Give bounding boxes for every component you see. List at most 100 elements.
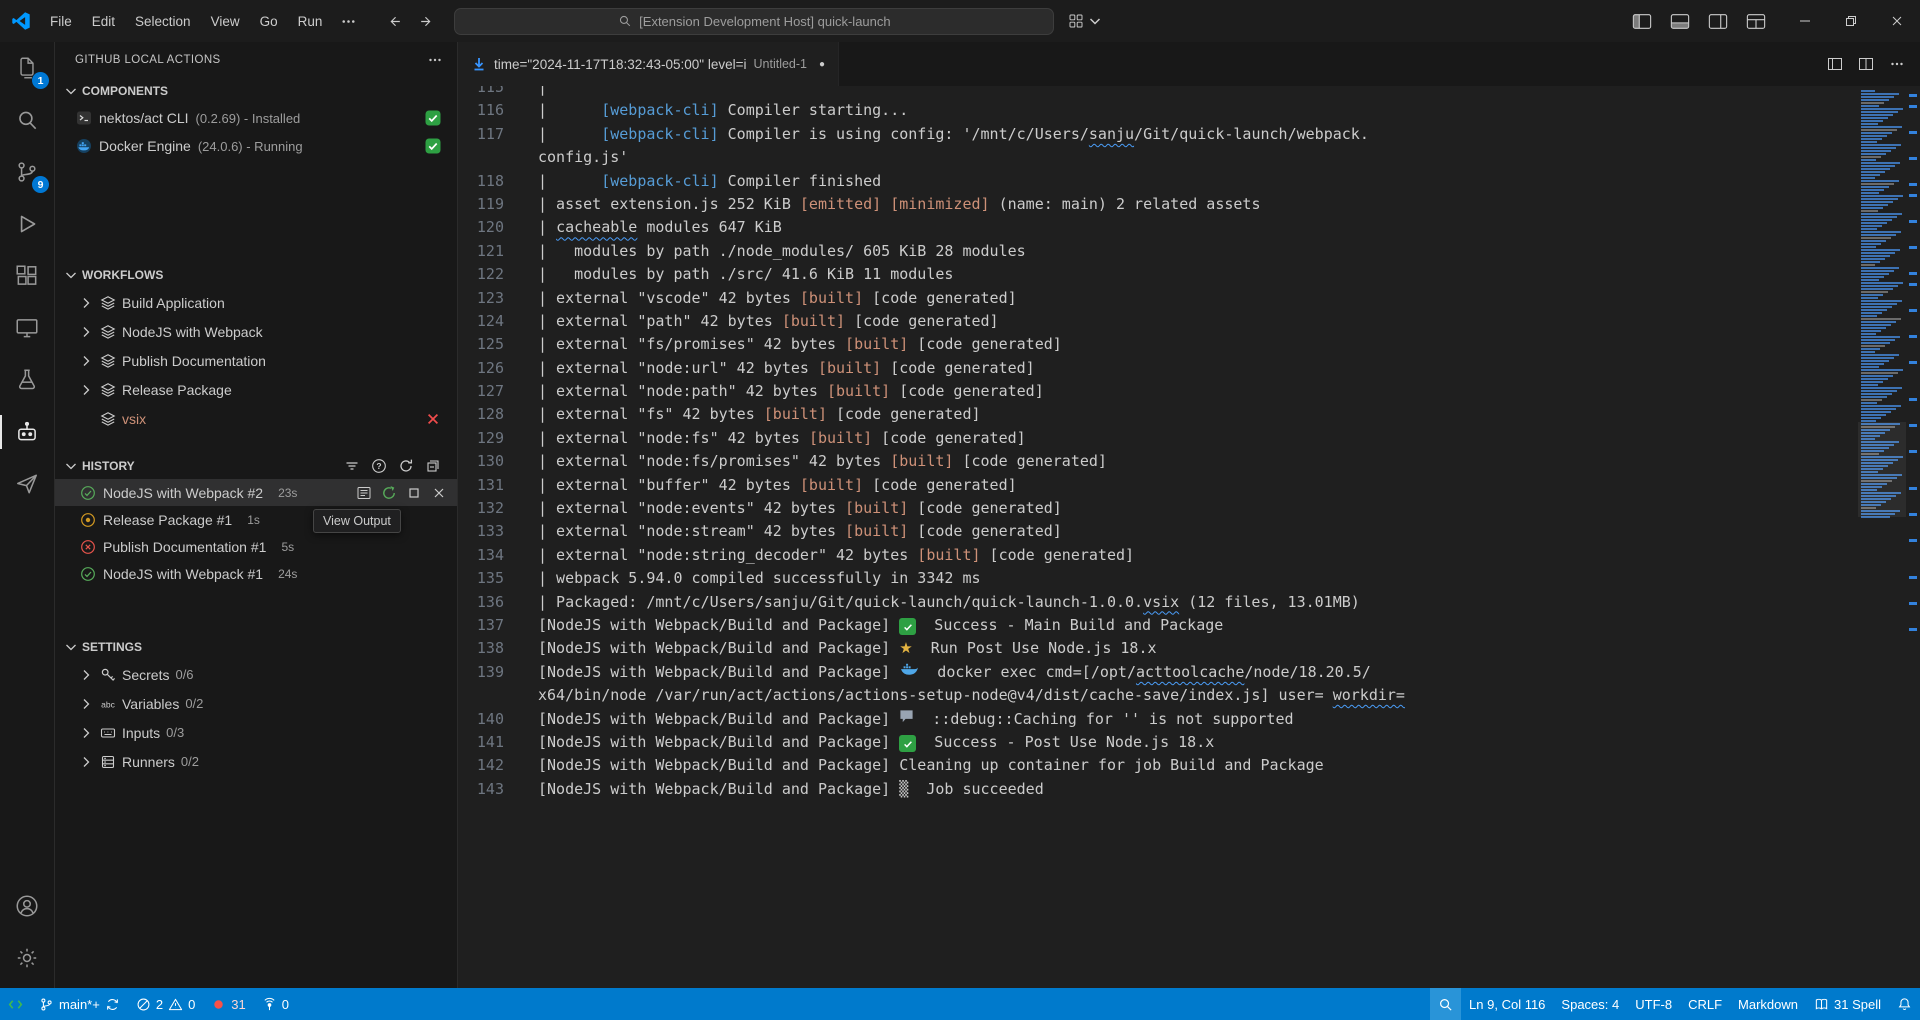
history-item[interactable]: NodeJS with Webpack #1 24s	[55, 560, 457, 587]
editor-layout-button[interactable]	[1827, 56, 1843, 72]
activity-github-actions[interactable]	[0, 458, 54, 510]
workflow-item[interactable]: Publish Documentation	[55, 346, 457, 375]
history-filter-button[interactable]	[344, 458, 360, 474]
minimize-button[interactable]	[1782, 0, 1828, 42]
activity-source-control[interactable]: 9	[0, 146, 54, 198]
menu-more-button[interactable]	[332, 7, 364, 35]
code-line[interactable]: config.js'	[458, 146, 1920, 169]
code-line[interactable]: 117| [webpack-cli] Compiler is using con…	[458, 123, 1920, 146]
section-header-settings[interactable]: SETTINGS	[55, 634, 457, 660]
code-line[interactable]: 120| cacheable modules 647 KiB	[458, 216, 1920, 239]
eol-item[interactable]: CRLF	[1680, 988, 1730, 1020]
code-line[interactable]: 116| [webpack-cli] Compiler starting...	[458, 99, 1920, 122]
code-line[interactable]: x64/bin/node /var/run/act/actions/action…	[458, 684, 1920, 707]
panel-grid-button[interactable]	[1068, 13, 1103, 29]
back-button[interactable]	[378, 7, 410, 35]
code-line[interactable]: 139[NodeJS with Webpack/Build and Packag…	[458, 661, 1920, 684]
indentation-item[interactable]: Spaces: 4	[1553, 988, 1627, 1020]
component-item[interactable]: Docker Engine (24.0.6) - Running	[55, 132, 457, 160]
encoding-item[interactable]: UTF-8	[1627, 988, 1680, 1020]
history-item[interactable]: Publish Documentation #1 5s	[55, 533, 457, 560]
code-line[interactable]: 127| external "node:path" 42 bytes [buil…	[458, 380, 1920, 403]
forward-button[interactable]	[410, 7, 442, 35]
tab-untitled-1[interactable]: time="2024-11-17T18:32:43-05:00" level=i…	[458, 42, 839, 86]
code-line[interactable]: 131| external "buffer" 42 bytes [built] …	[458, 474, 1920, 497]
sidebar-more-button[interactable]	[427, 52, 443, 68]
code-line[interactable]: 137[NodeJS with Webpack/Build and Packag…	[458, 614, 1920, 637]
section-header-workflows[interactable]: WORKFLOWS	[55, 262, 457, 288]
code-line[interactable]: 121| modules by path ./node_modules/ 605…	[458, 240, 1920, 263]
activity-run-debug[interactable]	[0, 198, 54, 250]
minimap[interactable]	[1858, 86, 1906, 988]
activity-testing[interactable]	[0, 354, 54, 406]
component-check-icon[interactable]	[425, 138, 441, 154]
code-line[interactable]: 125| external "fs/promises" 42 bytes [bu…	[458, 333, 1920, 356]
setting-item[interactable]: Secrets 0/6	[55, 660, 457, 689]
cursor-position-item[interactable]: Ln 9, Col 116	[1461, 988, 1553, 1020]
tab-dirty-indicator[interactable]: ●	[819, 59, 825, 70]
code-line[interactable]: 126| external "node:url" 42 bytes [built…	[458, 357, 1920, 380]
menu-go[interactable]: Go	[250, 10, 288, 33]
rerun-button[interactable]	[381, 485, 397, 501]
activity-accounts[interactable]	[0, 880, 54, 932]
code-line[interactable]: 123| external "vscode" 42 bytes [built] …	[458, 287, 1920, 310]
code-line[interactable]: 130| external "node:fs/promises" 42 byte…	[458, 450, 1920, 473]
menu-view[interactable]: View	[201, 10, 250, 33]
activity-github-local-actions[interactable]	[0, 406, 54, 458]
workflow-error-icon[interactable]	[425, 411, 441, 427]
code-line[interactable]: 133| external "node:stream" 42 bytes [bu…	[458, 520, 1920, 543]
code-line[interactable]: 124| external "path" 42 bytes [built] [c…	[458, 310, 1920, 333]
more-actions-button[interactable]	[1889, 56, 1905, 72]
close-button[interactable]	[1874, 0, 1920, 42]
toggle-panel-button[interactable]	[1664, 7, 1696, 35]
spell-checker-item[interactable]: 31 Spell	[1806, 988, 1889, 1020]
toggle-primary-sidebar-button[interactable]	[1626, 7, 1658, 35]
activity-extensions[interactable]	[0, 250, 54, 302]
split-editor-button[interactable]	[1858, 56, 1874, 72]
notifications-item[interactable]	[1889, 988, 1920, 1020]
remote-indicator[interactable]	[0, 988, 31, 1020]
history-help-button[interactable]: ?	[371, 458, 387, 474]
menu-run[interactable]: Run	[288, 10, 333, 33]
setting-item[interactable]: Inputs 0/3	[55, 718, 457, 747]
workflow-item[interactable]: Build Application	[55, 288, 457, 317]
toggle-secondary-sidebar-button[interactable]	[1702, 7, 1734, 35]
section-header-components[interactable]: COMPONENTS	[55, 78, 457, 104]
setting-item[interactable]: Runners 0/2	[55, 747, 457, 776]
code-line[interactable]: 140[NodeJS with Webpack/Build and Packag…	[458, 708, 1920, 731]
restore-button[interactable]	[1828, 0, 1874, 42]
history-collapse-all-button[interactable]	[425, 458, 441, 474]
customize-layout-button[interactable]	[1740, 7, 1772, 35]
section-header-history[interactable]: HISTORY ?	[55, 453, 457, 479]
component-check-icon[interactable]	[425, 110, 441, 126]
activity-settings-gear[interactable]	[0, 932, 54, 984]
code-line[interactable]: 132| external "node:events" 42 bytes [bu…	[458, 497, 1920, 520]
code-line[interactable]: 134| external "node:string_decoder" 42 b…	[458, 544, 1920, 567]
code-line[interactable]: 118| [webpack-cli] Compiler finished	[458, 170, 1920, 193]
code-line[interactable]: 142[NodeJS with Webpack/Build and Packag…	[458, 754, 1920, 777]
code-line[interactable]: 128| external "fs" 42 bytes [built] [cod…	[458, 403, 1920, 426]
menu-selection[interactable]: Selection	[125, 10, 201, 33]
overview-ruler[interactable]	[1906, 86, 1920, 988]
code-line[interactable]: 136| Packaged: /mnt/c/Users/sanju/Git/qu…	[458, 591, 1920, 614]
code-line[interactable]: 122| modules by path ./src/ 41.6 KiB 11 …	[458, 263, 1920, 286]
activity-remote-explorer[interactable]	[0, 302, 54, 354]
activity-search[interactable]	[0, 94, 54, 146]
code-line[interactable]: 115|	[458, 86, 1920, 99]
language-mode-item[interactable]: Markdown	[1730, 988, 1806, 1020]
activity-explorer[interactable]: 1	[0, 42, 54, 94]
editor[interactable]: 115| 116| [webpack-cli] Compiler startin…	[458, 86, 1920, 988]
menu-file[interactable]: File	[40, 10, 82, 33]
dismiss-button[interactable]	[431, 485, 447, 501]
command-center[interactable]: [Extension Development Host] quick-launc…	[454, 8, 1054, 35]
problems-item[interactable]: 2 0	[128, 988, 203, 1020]
component-item[interactable]: nektos/act CLI (0.2.69) - Installed	[55, 104, 457, 132]
branch-item[interactable]: main*+	[31, 988, 128, 1020]
code-line[interactable]: 143[NodeJS with Webpack/Build and Packag…	[458, 778, 1920, 801]
menu-edit[interactable]: Edit	[82, 10, 125, 33]
setting-item[interactable]: abc Variables 0/2	[55, 689, 457, 718]
code-line[interactable]: 141[NodeJS with Webpack/Build and Packag…	[458, 731, 1920, 754]
workflow-item[interactable]: Release Package	[55, 375, 457, 404]
code-line[interactable]: 119| asset extension.js 252 KiB [emitted…	[458, 193, 1920, 216]
history-item[interactable]: NodeJS with Webpack #2 23s	[55, 479, 457, 506]
